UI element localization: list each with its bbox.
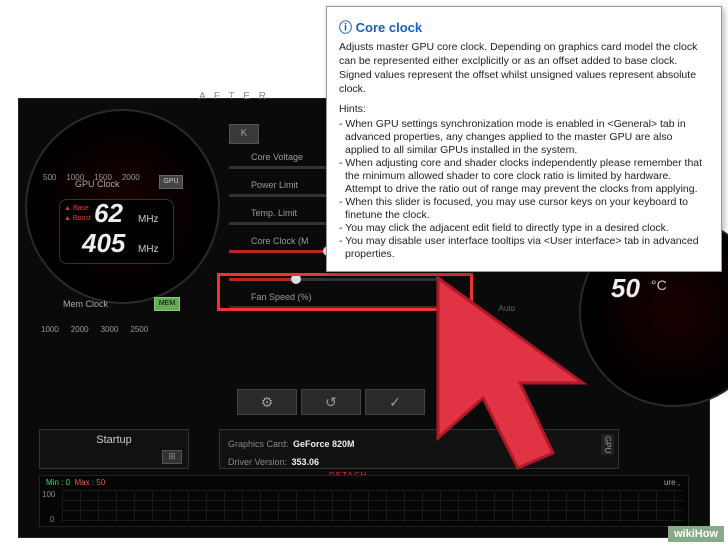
card-label: Graphics Card: <box>228 439 289 449</box>
windows-startup-button[interactable]: ⊞ <box>162 450 182 464</box>
apply-button[interactable]: ✓ <box>365 389 425 415</box>
tooltip-hints-list: When GPU settings synchronization mode i… <box>339 118 709 261</box>
driver-value: 353.06 <box>291 457 319 467</box>
k-button[interactable]: K <box>229 124 259 144</box>
graph-metric-label: ure , <box>664 478 680 487</box>
boost-clock-value: 405 <box>82 228 125 259</box>
reset-button[interactable]: ↺ <box>301 389 361 415</box>
graph-y-min: 0 <box>50 515 54 524</box>
clock-readout: ▲ Base▲ Boost 62 MHz 405 MHz <box>59 199 174 264</box>
hints-header: Hints: <box>339 102 709 116</box>
startup-label: Startup <box>40 430 188 446</box>
gpu-toggle-button[interactable]: GPU <box>159 175 183 189</box>
temperature-unit: °C <box>651 277 667 293</box>
base-clock-unit: MHz <box>138 214 159 225</box>
auto-label: Auto <box>499 304 515 313</box>
driver-label: Driver Version: <box>228 457 287 467</box>
tooltip-title: Core clock <box>339 17 709 36</box>
gpu-selector-button[interactable]: GPU <box>601 434 614 455</box>
graph-grid <box>62 490 684 522</box>
mem-toggle-button[interactable]: MEM <box>154 297 180 311</box>
core-clock-tooltip: Core clock Adjusts master GPU core clock… <box>326 6 722 272</box>
base-boost-labels: ▲ Base▲ Boost <box>64 204 91 224</box>
gpu-info-panel: Graphics Card: GeForce 820M Driver Versi… <box>219 429 619 469</box>
boost-clock-unit: MHz <box>138 244 159 255</box>
graph-y-max: 100 <box>42 490 55 499</box>
graph-minmax: Min : 0 Max : 50 <box>46 478 105 487</box>
app-title: A F T E R <box>199 91 269 102</box>
startup-panel: Startup ⊞ <box>39 429 189 469</box>
mem-clock-label: Mem Clock <box>63 299 108 309</box>
settings-button[interactable]: ⚙ <box>237 389 297 415</box>
temperature-value: 50 <box>611 273 640 304</box>
base-clock-value: 62 <box>94 198 123 229</box>
fan-speed-slider[interactable]: Fan Speed (%) Auto <box>229 292 489 318</box>
watermark: wikiHow <box>668 526 724 542</box>
gpu-clock-label: GPU Clock <box>75 179 120 189</box>
card-value: GeForce 820M <box>293 439 355 449</box>
action-buttons: ⚙ ↺ ✓ <box>237 389 425 415</box>
monitoring-graph[interactable]: Min : 0 Max : 50 100 0 ure , <box>39 475 689 527</box>
tooltip-body: Adjusts master GPU core clock. Depending… <box>339 40 709 261</box>
gauge-ticks-bottom: 1000200030002500 <box>41 325 160 334</box>
